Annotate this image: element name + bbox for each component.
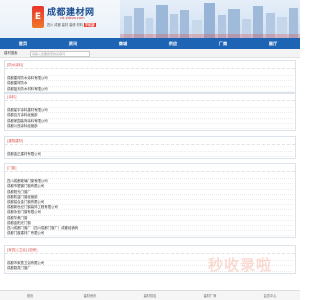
footer-tab-news[interactable]: 建材资讯 — [60, 291, 120, 300]
list-item[interactable]: 成都金正建材有限公司 — [7, 152, 293, 158]
site-logo[interactable]: E 成都建材网 cd.ytbsw.com 四川 成都 建材 装修 材料 手机版 — [32, 4, 124, 32]
footer-tab-companies[interactable]: 建材厂商 — [180, 291, 240, 300]
search-bar: 建材搜索 — [0, 49, 300, 58]
nav-item-home[interactable]: 首页 — [8, 38, 38, 49]
nav-item-mall[interactable]: 商城 — [108, 38, 138, 49]
list-item[interactable]: 成都蓝天防水材料有限公司 — [7, 87, 293, 92]
footer-bar: 首页 建材资讯 建材供应 建材厂商 会员中心 — [0, 290, 300, 300]
header-banner: E 成都建材网 cd.ytbsw.com 四川 成都 建材 装修 材料 手机版 — [0, 0, 300, 38]
site-tagline: 四川 成都 建材 装修 材料 手机版 — [47, 22, 96, 27]
section-title[interactable]: [门窗] — [5, 164, 295, 172]
footer-tab-home[interactable]: 首页 — [0, 291, 60, 300]
watermark-text: 秒收录啦 — [208, 256, 273, 274]
main-nav: 首页 资讯 商城 供应 厂商 展厅 — [0, 38, 300, 49]
watermark: 秒收录啦 — [208, 240, 300, 280]
nav-item-news[interactable]: 资讯 — [58, 38, 88, 49]
footer-tab-supply[interactable]: 建材供应 — [120, 291, 180, 300]
search-label: 建材搜索 — [4, 51, 18, 55]
category-section-doors-windows: [门窗] 四川成都玻璃门窗有限公司 成都市塑钢门窗有限公司 成都阳光门窗厂 成都… — [4, 163, 296, 239]
category-section-building: [建筑建材] 成都金正建材有限公司 — [4, 136, 296, 160]
list-item[interactable]: 成都门窗建材厂有限公司 — [7, 231, 293, 237]
nav-item-showroom[interactable]: 展厅 — [258, 38, 288, 49]
nav-item-supply[interactable]: 供应 — [158, 38, 188, 49]
nav-item-companies[interactable]: 厂商 — [208, 38, 238, 49]
mobile-badge[interactable]: 手机版 — [83, 23, 96, 27]
footer-tab-member[interactable]: 会员中心 — [240, 291, 300, 300]
tagline-text: 四川 成都 建材 装修 材料 — [47, 23, 83, 27]
site-domain: cd.ytbsw.com — [60, 16, 85, 20]
category-section-paint: [涂料] 成都星宇涂料建材有限公司 成都百万涂料经营部 成都家园装饰涂料有限公司… — [4, 92, 296, 131]
search-input[interactable] — [30, 50, 90, 57]
category-section-waterproof: [防水涂料] 成都建材防水涂料有限公司 成都建材防水 成都蓝天防水材料有限公司 — [4, 60, 296, 94]
logo-mark-icon: E — [32, 6, 44, 28]
section-title[interactable]: [涂料] — [5, 93, 295, 101]
list-item[interactable]: 成都川西涂料经营部 — [7, 124, 293, 129]
section-title[interactable]: [防水涂料] — [5, 61, 295, 69]
city-skyline-illustration — [120, 0, 300, 38]
section-title[interactable]: [建筑建材] — [5, 137, 295, 145]
